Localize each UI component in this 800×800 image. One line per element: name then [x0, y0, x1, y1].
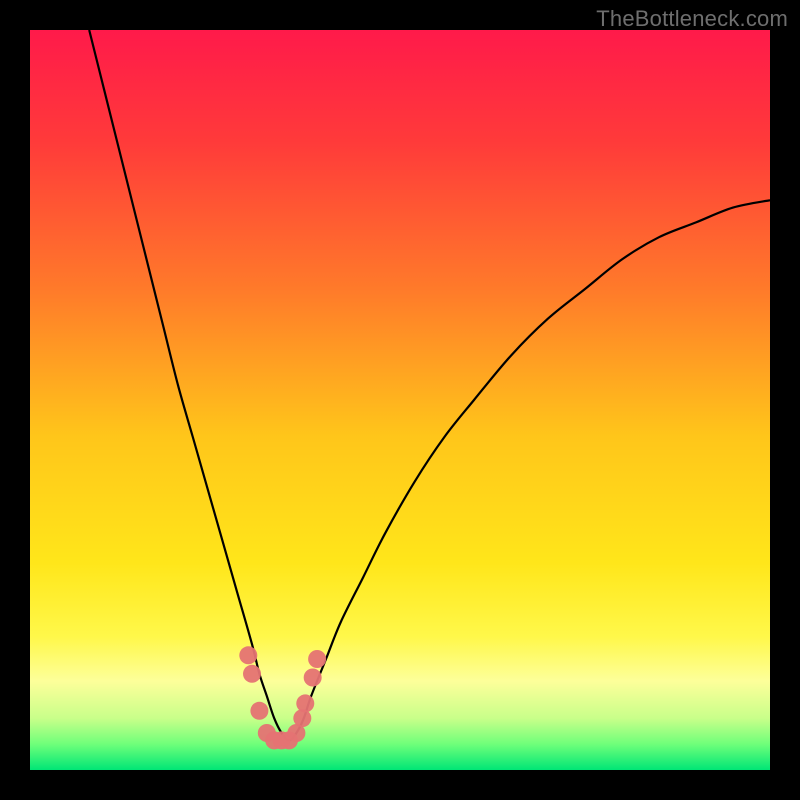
plot-area [30, 30, 770, 770]
chart-svg [30, 30, 770, 770]
outer-frame: TheBottleneck.com [0, 0, 800, 800]
bottleneck-curve [89, 30, 770, 740]
dot-cluster [239, 646, 326, 749]
watermark-text: TheBottleneck.com [596, 6, 788, 32]
